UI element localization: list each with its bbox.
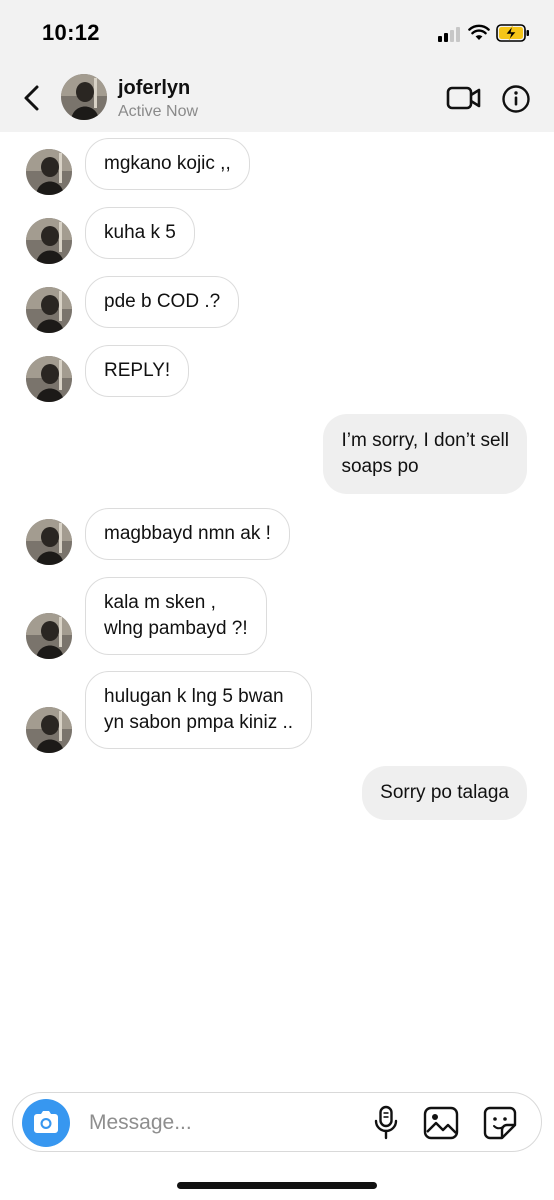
sender-avatar [26, 218, 72, 264]
status-time: 10:12 [42, 20, 100, 45]
microphone-icon[interactable] [371, 1105, 401, 1141]
incoming-message[interactable]: pde b COD .? [85, 276, 240, 328]
incoming-message[interactable]: REPLY! [85, 345, 190, 397]
cellular-signal-icon [438, 26, 462, 42]
sender-avatar [26, 287, 72, 333]
incoming-message[interactable]: kala m sken , wlng pambayd ?! [85, 577, 267, 655]
contact-avatar[interactable] [61, 74, 107, 120]
sender-avatar [26, 149, 72, 195]
info-icon[interactable] [501, 84, 531, 114]
home-indicator[interactable] [177, 1182, 377, 1189]
sender-avatar [26, 356, 72, 402]
contact-name[interactable]: joferlyn [118, 77, 190, 100]
incoming-message[interactable]: kuha k 5 [85, 207, 195, 259]
video-call-icon[interactable] [446, 84, 482, 112]
status-bar: 10:12 [0, 0, 554, 66]
sticker-icon[interactable] [482, 1105, 518, 1141]
incoming-message[interactable]: mgkano kojic ,, [85, 138, 250, 190]
outgoing-message[interactable]: I’m sorry, I don’t sell soaps po [323, 414, 527, 494]
incoming-message[interactable]: hulugan k lng 5 bwan yn sabon pmpa kiniz… [85, 671, 313, 749]
incoming-message[interactable]: magbbayd nmn ak ! [85, 508, 290, 560]
wifi-icon [468, 24, 490, 40]
active-status: Active Now [118, 103, 199, 120]
message-composer [12, 1092, 542, 1152]
camera-icon [34, 1111, 58, 1133]
chat-header: joferlyn Active Now [0, 66, 554, 132]
outgoing-message[interactable]: Sorry po talaga [362, 766, 527, 820]
sender-avatar [26, 613, 72, 659]
gallery-icon[interactable] [423, 1105, 459, 1141]
chevron-left-icon[interactable] [18, 80, 48, 116]
message-input[interactable] [89, 1106, 359, 1140]
battery-charging-icon [496, 24, 529, 42]
sender-avatar [26, 707, 72, 753]
sender-avatar [26, 519, 72, 565]
camera-button[interactable] [22, 1099, 70, 1147]
